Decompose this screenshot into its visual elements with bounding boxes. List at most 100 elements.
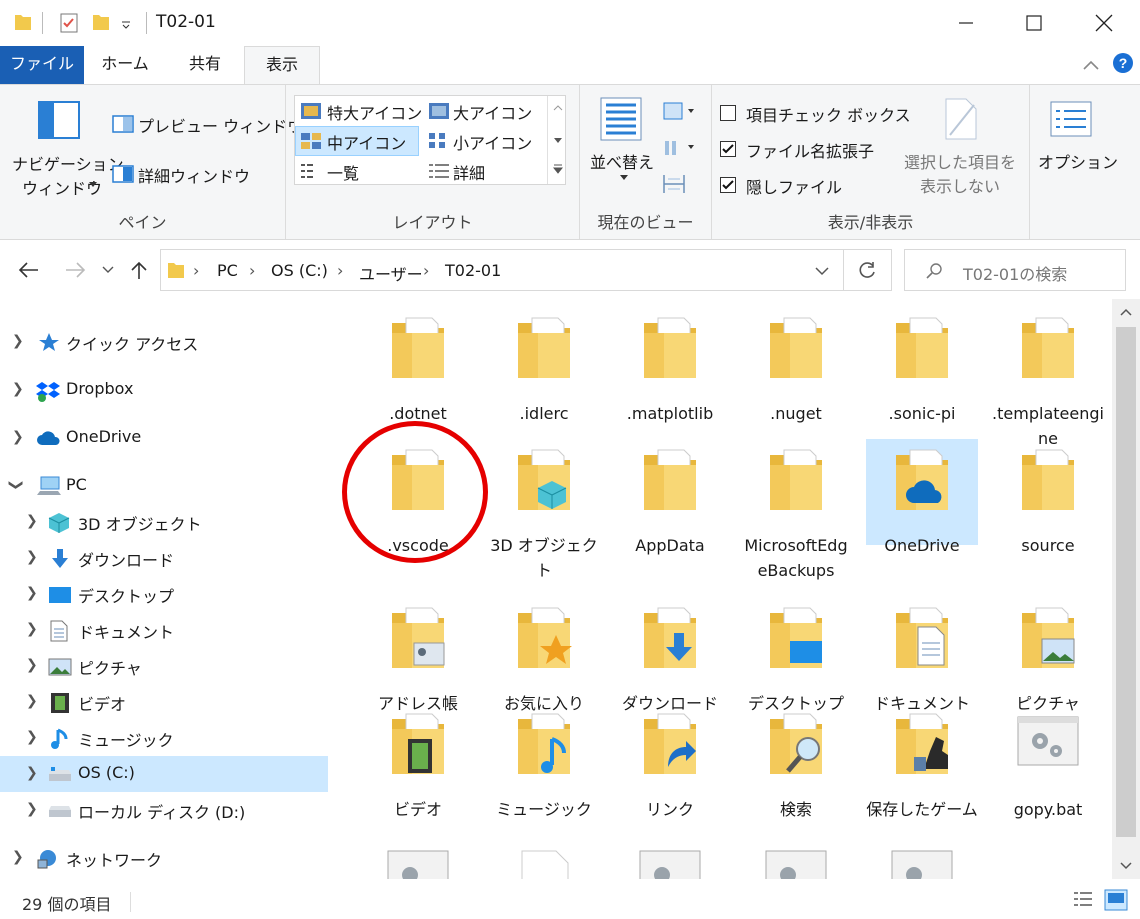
nav-item-os-c[interactable]: ❯ OS (C:) [0,756,328,792]
tab-file[interactable]: ファイル [0,46,84,84]
file-item[interactable]: 検索 [740,711,852,828]
minimize-button[interactable] [932,0,1000,46]
nav-item-network[interactable]: ❯ ネットワーク [0,840,328,876]
vertical-scrollbar[interactable] [1112,299,1140,879]
forward-arrow-icon[interactable] [64,261,86,279]
nav-item-downloads[interactable]: ❯ ダウンロード [0,540,328,576]
file-item[interactable]: ミュージック [488,711,600,828]
layout-small-icons[interactable]: 小アイコン [423,126,547,156]
file-item[interactable]: .idlerc [488,315,600,432]
size-columns-icon[interactable] [662,173,686,195]
expand-chevron-icon[interactable]: ❯ [26,621,38,637]
large-icons-view-icon[interactable] [1104,889,1128,911]
address-dropdown-icon[interactable] [815,266,829,276]
file-item[interactable]: source [992,447,1104,564]
group-by-icon[interactable] [662,101,696,121]
add-columns-icon[interactable] [662,137,696,157]
file-item[interactable]: MicrosoftEdgeBackups [740,447,852,614]
expand-chevron-icon[interactable]: ❯ [26,693,38,709]
chevron-down-icon[interactable] [120,18,132,30]
close-button[interactable] [1070,0,1138,46]
file-item[interactable]: .nuget [740,315,852,432]
details-pane-button[interactable]: 詳細ウィンドウ [110,161,280,187]
nav-item-desktop[interactable]: ❯ デスクトップ [0,576,328,612]
nav-item-pictures[interactable]: ❯ ピクチャ [0,648,328,684]
expand-chevron-icon[interactable]: ❯ [26,729,38,745]
scroll-down-icon[interactable] [1120,861,1132,871]
breadcrumb-os-c[interactable]: OS (C:) [271,261,328,280]
file-item[interactable]: ピクチャ [992,605,1104,722]
file-item[interactable]: 3D オブジェクト [488,447,600,589]
file-item[interactable]: お気に入り [488,605,600,722]
layout-extra-large-icons[interactable]: 特大アイコン [295,96,422,126]
expand-chevron-icon[interactable]: ❯ [12,333,24,349]
file-item[interactable] [362,849,474,879]
hidden-items-toggle[interactable]: 隠しファイル [720,173,910,199]
expand-chevron-icon[interactable]: ❯ [26,801,38,817]
file-extensions-toggle[interactable]: ファイル名拡張子 [720,137,910,163]
maximize-button[interactable] [1000,0,1068,46]
file-item[interactable]: アドレス帳 [362,605,474,722]
file-item[interactable]: gopy.bat [992,711,1104,828]
item-checkboxes-toggle[interactable]: 項目チェック ボックス [720,101,911,127]
expand-chevron-icon[interactable]: ❯ [26,765,38,781]
file-item[interactable]: デスクトップ [740,605,852,722]
layout-medium-icons[interactable]: 中アイコン [295,126,419,156]
expand-chevron-icon[interactable]: ❯ [26,549,38,565]
search-input[interactable]: T02-01の検索 [904,249,1126,291]
collapse-ribbon-icon[interactable] [1082,58,1100,72]
preview-pane-button[interactable]: プレビュー ウィンドウ [110,111,303,137]
expand-chevron-icon[interactable]: ❯ [12,429,24,445]
file-item[interactable] [740,849,852,879]
new-folder-icon[interactable] [92,12,110,32]
file-item[interactable]: ドキュメント [866,605,978,722]
expand-chevron-icon[interactable]: ❯ [12,381,24,397]
details-view-icon[interactable] [1072,890,1094,910]
file-item[interactable]: .dotnet [362,315,474,432]
tab-home[interactable]: ホーム [84,46,166,84]
options-button[interactable]: オプション [1034,95,1118,195]
navigation-pane-button[interactable]: ナビゲーション ウィンドウ [6,95,124,205]
breadcrumb-current[interactable]: T02-01 [445,261,501,280]
scrollbar-thumb[interactable] [1116,327,1136,837]
file-item[interactable]: AppData [614,447,726,564]
up-arrow-icon[interactable] [130,260,148,280]
nav-item-local-disk-d[interactable]: ❯ ローカル ディスク (D:) [0,792,328,828]
file-item[interactable]: .sonic-pi [866,315,978,432]
file-item[interactable]: .matplotlib [614,315,726,432]
expand-chevron-icon[interactable]: ❯ [26,657,38,673]
expand-chevron-icon[interactable]: ❯ [26,585,38,601]
file-item[interactable] [614,849,726,879]
layout-large-icons[interactable]: 大アイコン [423,96,547,126]
nav-item-onedrive[interactable]: ❯ OneDrive [0,420,328,456]
help-icon[interactable]: ? [1112,52,1134,74]
nav-item-videos[interactable]: ❯ ビデオ [0,684,328,720]
sort-by-button[interactable]: 並べ替え [584,95,664,195]
file-item[interactable] [866,849,978,879]
file-item[interactable]: ビデオ [362,711,474,828]
nav-item-3d-objects[interactable]: ❯ 3D オブジェクト [0,504,328,540]
back-arrow-icon[interactable] [18,261,40,279]
collapse-chevron-icon[interactable]: ❯ [8,479,24,491]
tab-share[interactable]: 共有 [166,46,244,84]
layout-list[interactable]: 一覧 [295,156,419,186]
file-item[interactable]: リンク [614,711,726,828]
breadcrumb-users[interactable]: ユーザー [359,261,423,285]
expand-chevron-icon[interactable]: ❯ [26,513,38,529]
nav-item-pc[interactable]: ❯ PC [0,468,328,504]
tab-view[interactable]: 表示 [244,46,320,85]
expand-chevron-icon[interactable]: ❯ [12,849,24,865]
scroll-up-icon[interactable] [1120,307,1132,317]
nav-item-documents[interactable]: ❯ ドキュメント [0,612,328,648]
nav-item-quick-access[interactable]: ❯ クイック アクセス [0,324,328,360]
properties-icon[interactable] [58,12,80,34]
file-item[interactable] [488,849,600,879]
file-item[interactable]: ダウンロード [614,605,726,722]
refresh-button[interactable] [844,249,892,291]
file-item[interactable]: OneDrive [866,439,978,555]
file-item[interactable]: 保存したゲーム [866,711,978,853]
gallery-scroll[interactable] [547,96,566,184]
recent-locations-chevron-icon[interactable] [102,265,114,275]
breadcrumb-pc[interactable]: PC [217,261,238,280]
nav-item-dropbox[interactable]: ❯ Dropbox [0,372,328,408]
